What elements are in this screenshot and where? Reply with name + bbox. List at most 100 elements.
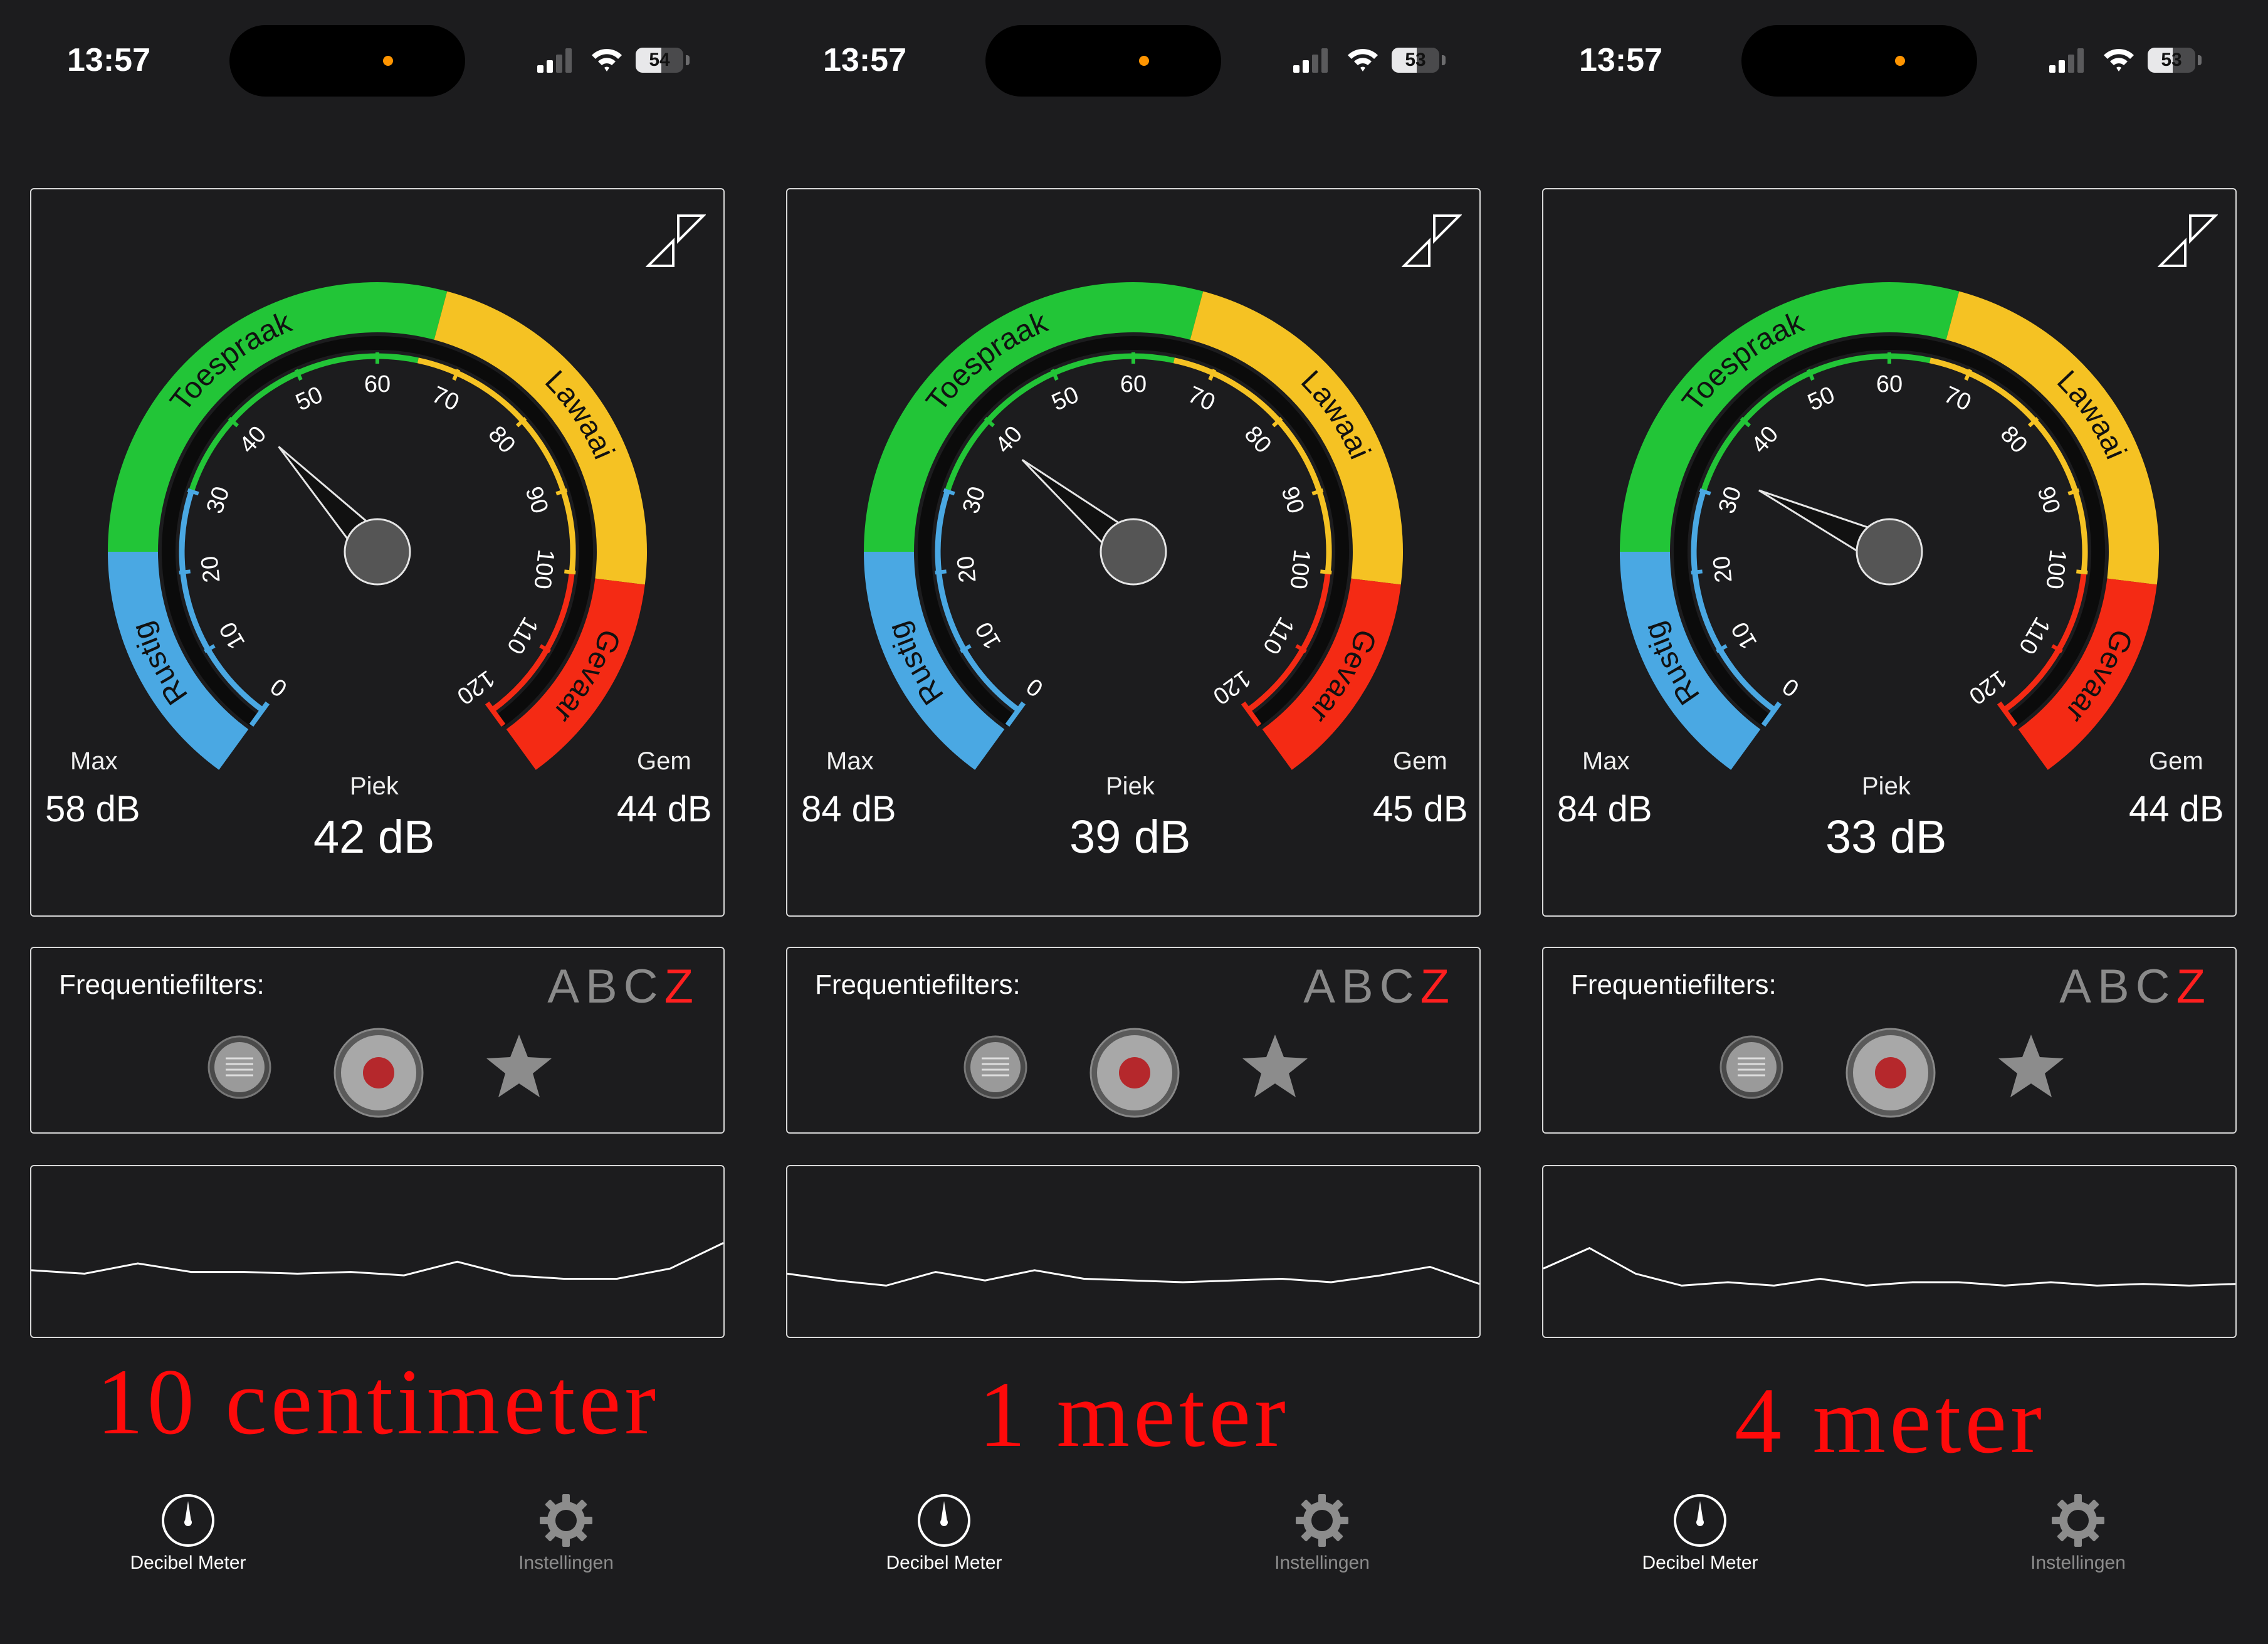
scale-tick-label: 80 — [1239, 421, 1277, 459]
scale-tick-label: 90 — [1276, 483, 1309, 517]
tab-label: Decibel Meter — [1642, 1552, 1758, 1573]
status-bar: 13:57 53 — [756, 0, 1512, 125]
needle-hub — [1856, 518, 1923, 586]
status-bar: 13:57 53 — [1512, 0, 2268, 125]
piek-value: 42 dB — [313, 811, 435, 863]
record-button[interactable] — [1089, 1027, 1180, 1119]
scale-tick-label: 70 — [428, 381, 463, 416]
filter-z-button[interactable]: Z — [1420, 960, 1456, 1013]
gear-icon — [1296, 1494, 1348, 1547]
tab-instellingen[interactable]: Instellingen — [1997, 1492, 2160, 1580]
list-button[interactable] — [207, 1035, 272, 1100]
list-button[interactable] — [963, 1035, 1028, 1100]
expand-icon[interactable] — [646, 213, 706, 268]
filter-c-button[interactable]: C — [2136, 960, 2176, 1013]
tab-label: Instellingen — [1274, 1552, 1370, 1573]
zone-band-lawaai — [1946, 291, 2159, 585]
scale-tick-label: 50 — [292, 381, 327, 416]
gauge-icon — [162, 1494, 214, 1547]
filter-c-button[interactable]: C — [1380, 960, 1420, 1013]
scale-tick — [486, 702, 496, 715]
filter-b-button[interactable]: B — [585, 960, 624, 1013]
scale-tick-label: 120 — [1208, 665, 1256, 709]
expand-icon[interactable] — [2158, 213, 2218, 268]
scale-tick-label: 60 — [1876, 371, 1903, 398]
status-time: 13:57 — [67, 42, 150, 78]
scale-tick-label: 30 — [202, 483, 235, 517]
distance-caption: 4 meter — [1735, 1369, 2045, 1473]
tab-decibel-meter[interactable]: Decibel Meter — [107, 1492, 270, 1580]
favorite-star-button[interactable] — [483, 1031, 555, 1104]
wifi-icon — [2104, 49, 2134, 71]
scale-tick-label: 30 — [958, 483, 991, 517]
scale-tick-label: 20 — [196, 555, 225, 584]
star-icon — [486, 1035, 552, 1097]
scale-tick-label: 80 — [483, 421, 521, 459]
scale-tick-label: 120 — [1964, 665, 2012, 709]
scale-tick-label: 50 — [1048, 381, 1083, 416]
piek-label: Piek — [1862, 772, 1911, 800]
tab-instellingen[interactable]: Instellingen — [1241, 1492, 1404, 1580]
record-icon — [1119, 1057, 1150, 1088]
filter-letters: ABCZ — [1303, 959, 1456, 1014]
tab-instellingen[interactable]: Instellingen — [485, 1492, 648, 1580]
scale-tick — [1014, 702, 1025, 715]
scale-tick — [179, 569, 191, 575]
phone-screen: 13:57 53 Rustig Toespraak Lawaai Gevaar 0 10 2… — [1512, 0, 2268, 1644]
filters-panel: Frequentiefilters: ABCZ — [786, 947, 1481, 1134]
cellular-signal-icon — [2049, 48, 2084, 73]
gauge-panel: Rustig Toespraak Lawaai Gevaar 0 10 20 30 40 50 60… — [1542, 188, 2237, 917]
filter-a-button[interactable]: A — [1303, 960, 1341, 1013]
level-history-line — [787, 1265, 1479, 1287]
status-time: 13:57 — [823, 42, 906, 78]
filter-a-button[interactable]: A — [2059, 960, 2097, 1013]
battery-icon: 53 — [2148, 48, 2204, 73]
zone-band-lawaai — [1190, 291, 1403, 585]
filter-c-button[interactable]: C — [624, 960, 664, 1013]
level-history-line — [1543, 1246, 2235, 1287]
scale-tick-label: 70 — [1184, 381, 1219, 416]
filter-b-button[interactable]: B — [1341, 960, 1380, 1013]
dynamic-island — [1741, 25, 1977, 97]
scale-tick — [1770, 702, 1781, 715]
gem-value: 44 dB — [617, 789, 712, 830]
scale-tick-label: 0 — [266, 673, 292, 702]
privacy-indicator — [1139, 56, 1149, 66]
favorite-star-button[interactable] — [1995, 1031, 2067, 1104]
distance-caption: 1 meter — [979, 1362, 1289, 1467]
favorite-star-button[interactable] — [1239, 1031, 1311, 1104]
tab-label: Decibel Meter — [886, 1552, 1002, 1573]
gauge-panel: Rustig Toespraak Lawaai Gevaar 0 10 20 30 40 50 60… — [786, 188, 1481, 917]
record-button[interactable] — [333, 1027, 424, 1119]
expand-icon[interactable] — [1402, 213, 1462, 268]
filter-z-button[interactable]: Z — [2176, 960, 2212, 1013]
filter-letters: ABCZ — [2059, 959, 2212, 1014]
gem-label: Gem — [2149, 747, 2203, 775]
filter-z-button[interactable]: Z — [664, 960, 700, 1013]
scale-tick — [1691, 569, 1703, 575]
cellular-signal-icon — [1293, 48, 1328, 73]
level-history-graph — [786, 1165, 1481, 1338]
tab-decibel-meter[interactable]: Decibel Meter — [863, 1492, 1026, 1580]
status-bar: 13:57 54 — [0, 0, 756, 125]
scale-tick — [935, 569, 947, 575]
status-time: 13:57 — [1579, 42, 1662, 78]
scale-tick-label: 60 — [364, 371, 391, 398]
cellular-signal-icon — [537, 48, 572, 73]
filters-panel: Frequentiefilters: ABCZ — [1542, 947, 2237, 1134]
piek-label: Piek — [1106, 772, 1155, 800]
level-history-line — [31, 1242, 723, 1280]
level-history-graph — [1542, 1165, 2237, 1338]
filters-label: Frequentiefilters: — [815, 969, 1021, 1000]
battery-percent: 53 — [2161, 50, 2182, 70]
dynamic-island — [985, 25, 1221, 97]
battery-percent: 53 — [1405, 50, 1426, 70]
filter-a-button[interactable]: A — [547, 960, 585, 1013]
filter-b-button[interactable]: B — [2097, 960, 2136, 1013]
filters-panel: Frequentiefilters: ABCZ — [30, 947, 725, 1134]
scale-tick-label: 20 — [952, 555, 981, 584]
tab-decibel-meter[interactable]: Decibel Meter — [1619, 1492, 1782, 1580]
gem-label: Gem — [637, 747, 691, 775]
record-button[interactable] — [1845, 1027, 1936, 1119]
list-button[interactable] — [1719, 1035, 1784, 1100]
